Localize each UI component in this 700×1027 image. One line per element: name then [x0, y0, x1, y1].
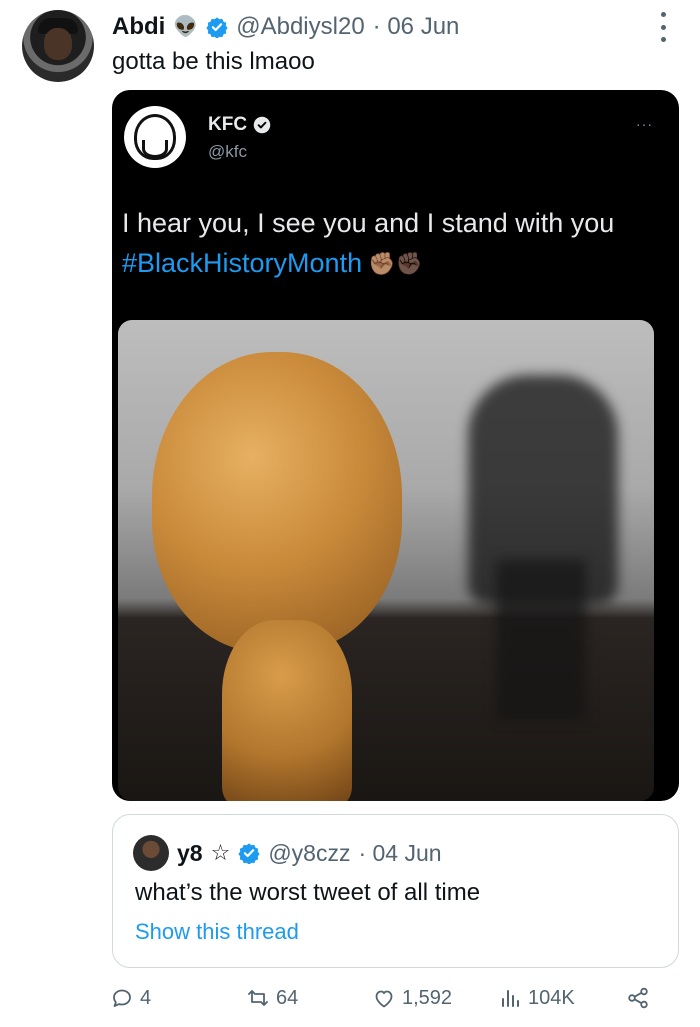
tweet-header: Abdi 👽 @Abdiysl20 · 06 Jun	[112, 10, 459, 44]
tweet-text: gotta be this lmaoo	[112, 48, 315, 75]
colonel-beard	[142, 140, 168, 158]
views-button[interactable]: 104K	[498, 986, 575, 1010]
raised-fist-emoji: ✊🏽✊🏿	[368, 250, 423, 276]
quoted-verified-badge-icon	[238, 843, 260, 864]
embedded-tweet-line1: I hear you, I see you and I stand with y…	[122, 208, 615, 238]
verified-badge-icon	[206, 16, 228, 38]
embedded-more-icon: ···	[636, 116, 653, 132]
quoted-tweet-card[interactable]: y8 ☆ @y8czz · 04 Jun what’s the worst tw…	[112, 814, 679, 968]
reply-count: 4	[140, 986, 152, 1009]
embedded-tweet-hashtag-line: #BlackHistoryMonth ✊🏽✊🏿	[122, 248, 423, 279]
author-handle[interactable]: @Abdiysl20	[236, 13, 364, 41]
quoted-tweet-text: what’s the worst tweet of all time	[135, 879, 481, 906]
tweet-action-bar: 4 64 1,592 104K	[110, 986, 670, 1018]
like-count: 1,592	[402, 986, 453, 1009]
embedded-account-name: KFC	[208, 114, 271, 136]
embedded-account-name-text: KFC	[208, 114, 248, 135]
quoted-author-handle: @y8czz	[268, 839, 351, 866]
like-button[interactable]: 1,592	[372, 986, 452, 1010]
quoted-author-avatar	[133, 835, 169, 871]
share-icon	[628, 987, 648, 1009]
avatar-face	[44, 28, 72, 60]
reply-button[interactable]: 4	[110, 986, 151, 1010]
more-options-icon[interactable]	[656, 12, 670, 42]
repost-count: 64	[276, 986, 299, 1009]
like-icon	[375, 990, 393, 1008]
embedded-account-handle: @kfc	[208, 142, 247, 161]
chicken-drumstick	[152, 352, 402, 652]
quoted-tweet-timestamp: · 04 Jun	[358, 839, 442, 866]
quoted-author-name: y8	[177, 839, 203, 866]
share-button[interactable]	[626, 986, 650, 1010]
repost-icon	[248, 990, 268, 1006]
repost-button[interactable]: 64	[246, 986, 298, 1010]
fried-chicken-fist-photo	[118, 320, 654, 801]
star-icon: ☆	[210, 840, 231, 865]
embedded-verified-icon	[253, 116, 271, 134]
tweet-timestamp[interactable]: · 06 Jun	[373, 13, 460, 41]
kfc-avatar	[124, 106, 186, 168]
tweet-media-image[interactable]: KFC @kfc ··· I hear you, I see you and I…	[112, 90, 679, 801]
embedded-hashtag: #BlackHistoryMonth	[122, 248, 363, 278]
chicken-drumstick-base	[222, 620, 352, 801]
views-icon	[502, 990, 519, 1007]
author-emoji: 👽	[173, 16, 199, 38]
show-thread-link[interactable]: Show this thread	[135, 919, 299, 945]
reply-icon	[113, 989, 131, 1007]
author-avatar[interactable]	[22, 10, 94, 82]
quoted-tweet-header: y8 ☆ @y8czz · 04 Jun	[133, 835, 442, 871]
arm-shadow	[496, 560, 586, 720]
author-name[interactable]: Abdi	[112, 13, 165, 41]
views-count: 104K	[528, 986, 575, 1009]
